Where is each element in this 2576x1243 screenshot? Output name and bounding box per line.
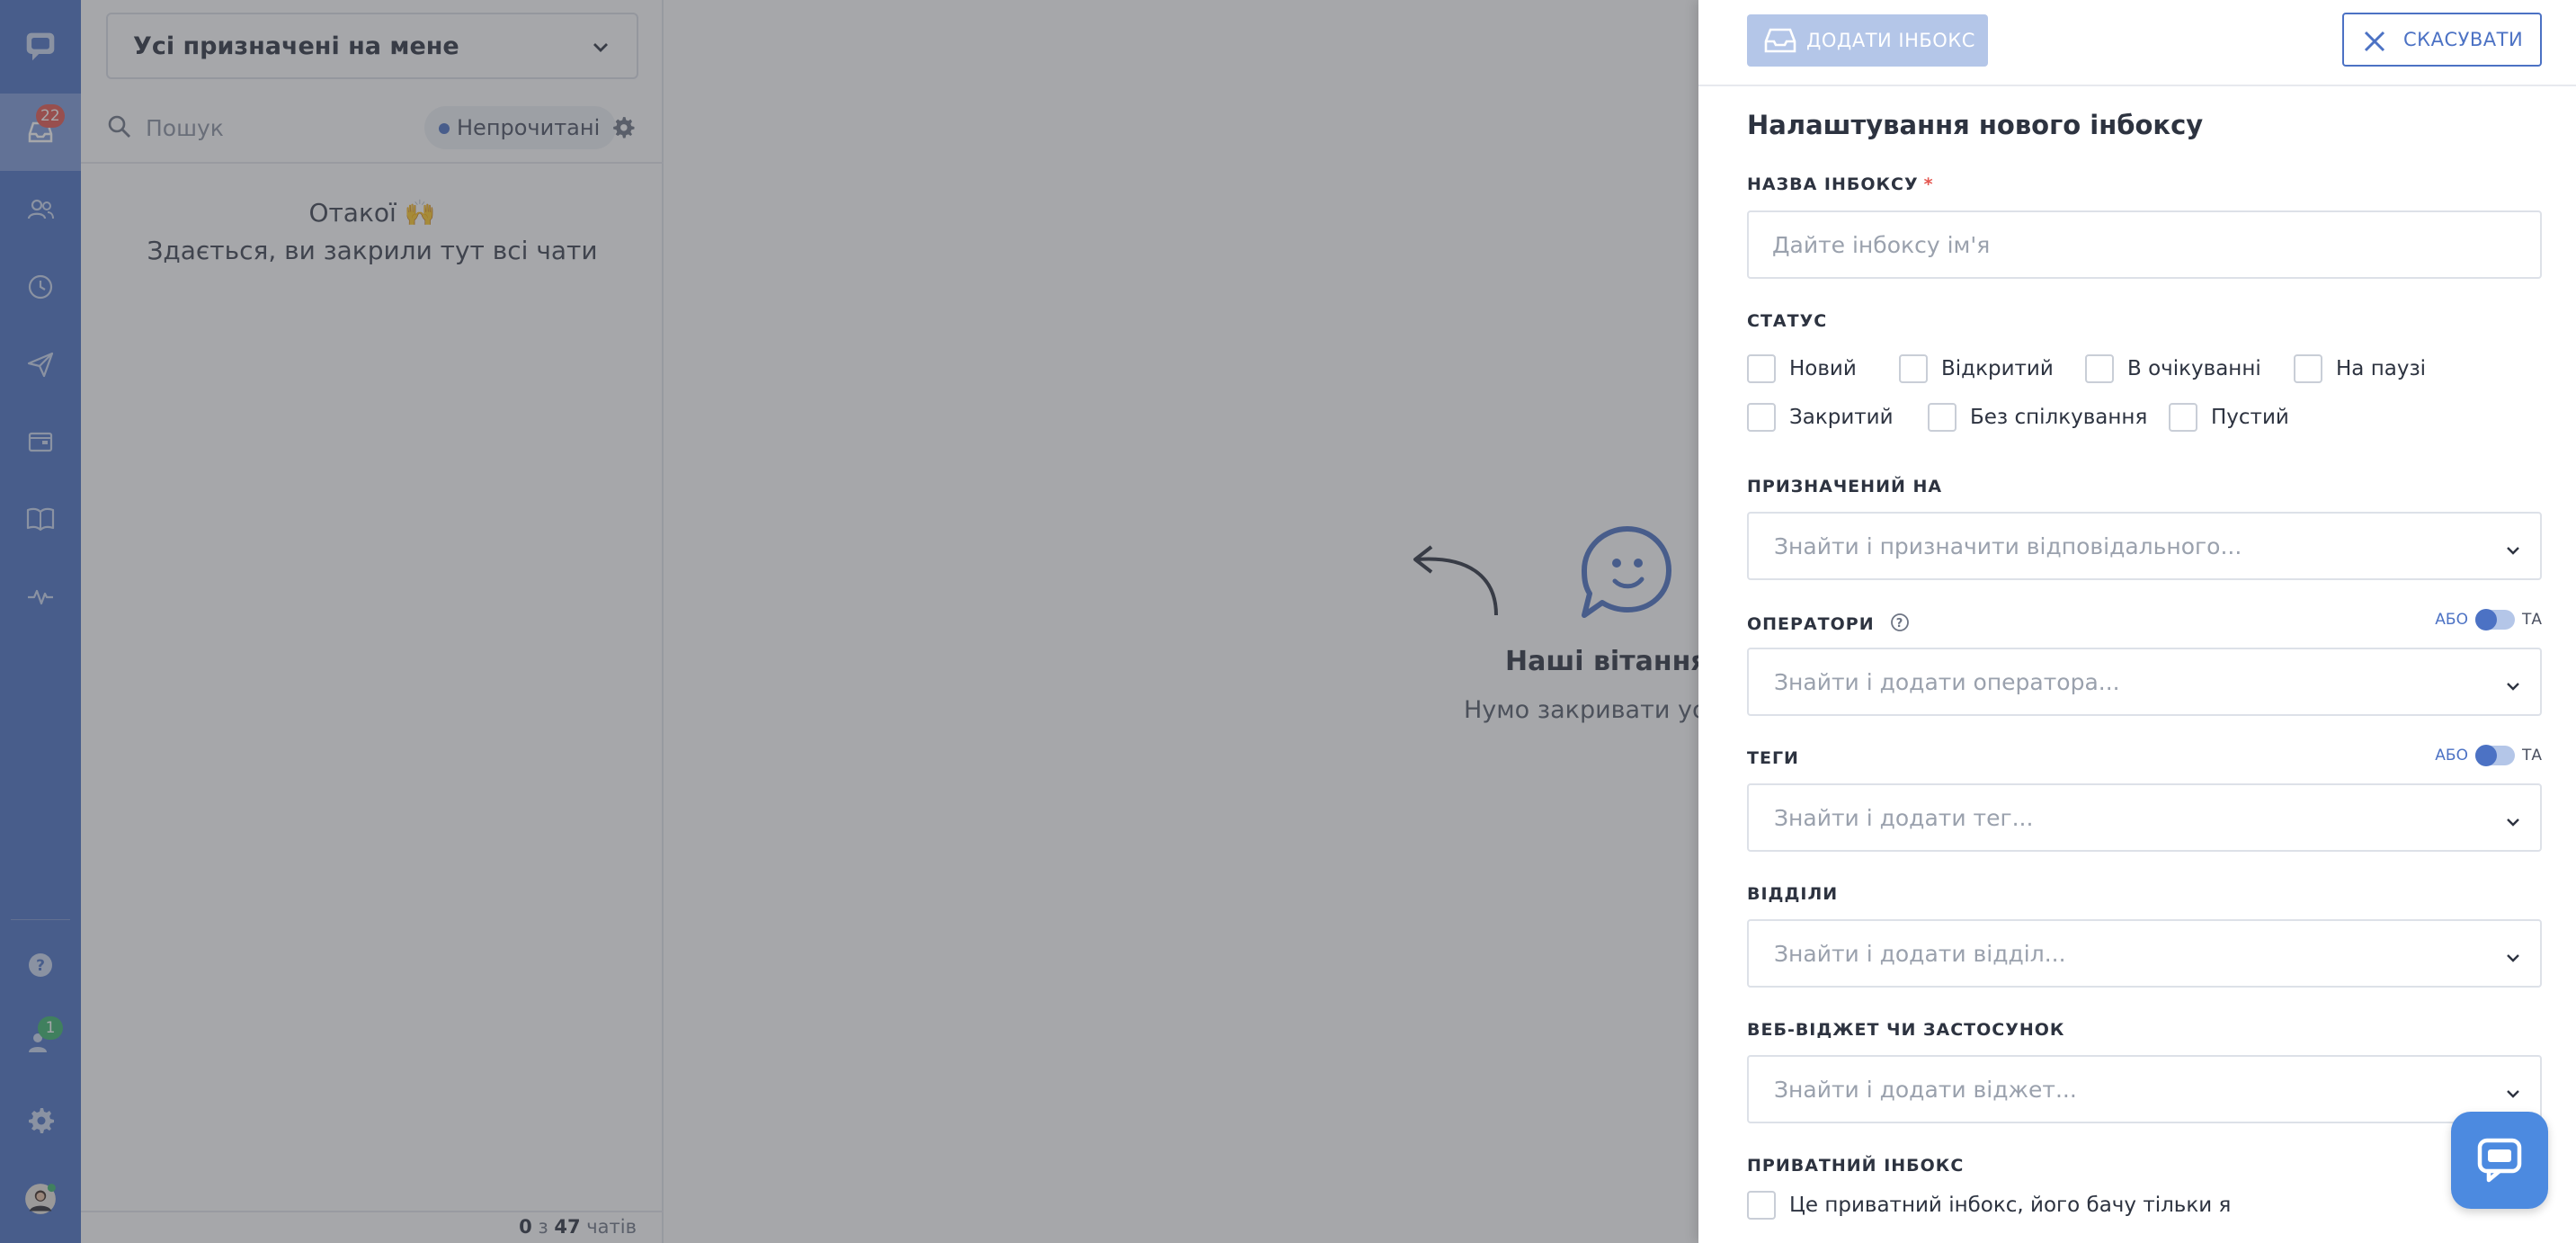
checkbox-box[interactable]	[2085, 354, 2114, 383]
assignee-label: ПРИЗНАЧЕНИЙ НА	[1747, 477, 1943, 496]
assignee-placeholder: Знайти і призначити відповідального...	[1774, 532, 2242, 559]
required-mark: *	[1923, 174, 1934, 194]
widget-label: ВЕБ-ВІДЖЕТ ЧИ ЗАСТОСУНОК	[1747, 1020, 2065, 1040]
chevron-down-icon	[2504, 675, 2522, 701]
toggle-knob	[2474, 745, 2497, 766]
new-inbox-drawer: ДОДАТИ ІНБОКС СКАСУВАТИ Налаштування нов…	[1698, 0, 2576, 1243]
toggle-switch[interactable]	[2474, 609, 2515, 630]
widget-placeholder: Знайти і додати віджет...	[1774, 1076, 2077, 1103]
chevron-down-icon	[2504, 810, 2522, 836]
drawer-title: Налаштування нового інбоксу	[1747, 110, 2204, 140]
drawer-header: ДОДАТИ ІНБОКС СКАСУВАТИ	[1698, 0, 2576, 86]
private-inbox-checkbox[interactable]: Це приватний інбокс, його бачу тільки я	[1747, 1191, 2231, 1220]
departments-label: ВІДДІЛИ	[1747, 884, 1839, 904]
toggle-or-label: АБО	[2435, 747, 2468, 765]
inbox-name-label-text: НАЗВА ІНБОКСУ	[1747, 174, 1919, 194]
private-inbox-label: ПРИВАТНИЙ ІНБОКС	[1747, 1156, 1965, 1176]
operators-placeholder: Знайти і додати оператора...	[1774, 668, 2120, 695]
status-checkbox-label: Без спілкування	[1970, 406, 2148, 429]
private-inbox-checkbox-label: Це приватний інбокс, його бачу тільки я	[1789, 1194, 2232, 1217]
chat-bubble-icon	[2477, 1138, 2522, 1183]
chevron-down-icon	[2504, 946, 2522, 972]
status-checkbox-label: Закритий	[1789, 406, 1894, 429]
add-inbox-button[interactable]: ДОДАТИ ІНБОКС	[1747, 14, 1988, 67]
departments-select[interactable]: Знайти і додати відділ...	[1747, 919, 2542, 988]
toggle-switch[interactable]	[2474, 745, 2515, 766]
checkbox-box[interactable]	[2169, 403, 2197, 432]
operators-label: ОПЕРАТОРИ ?	[1747, 613, 1910, 637]
status-checkbox-new[interactable]: Новий	[1747, 354, 1857, 383]
status-checkbox-label: В очікуванні	[2127, 357, 2261, 380]
svg-text:?: ?	[1896, 617, 1904, 630]
status-checkbox-no-contact[interactable]: Без спілкування	[1928, 403, 2147, 432]
support-chat-button[interactable]	[2451, 1112, 2548, 1209]
toggle-or-label: АБО	[2435, 611, 2468, 629]
tags-placeholder: Знайти і додати тег...	[1774, 804, 2034, 831]
status-label: СТАТУС	[1747, 311, 1828, 331]
status-checkbox-label: Пустий	[2211, 406, 2289, 429]
departments-placeholder: Знайти і додати відділ...	[1774, 940, 2066, 967]
checkbox-box[interactable]	[2294, 354, 2322, 383]
checkbox-box[interactable]	[1899, 354, 1928, 383]
inbox-name-label: НАЗВА ІНБОКСУ *	[1747, 174, 1934, 194]
operators-logic-toggle[interactable]: АБО ТА	[2435, 609, 2542, 630]
checkbox-box[interactable]	[1928, 403, 1957, 432]
status-checkbox-open[interactable]: Відкритий	[1899, 354, 2054, 383]
toggle-knob	[2474, 609, 2497, 630]
status-checkbox-closed[interactable]: Закритий	[1747, 403, 1894, 432]
operators-label-text: ОПЕРАТОРИ	[1747, 614, 1875, 634]
status-checkbox-paused[interactable]: На паузі	[2294, 354, 2426, 383]
checkbox-box[interactable]	[1747, 354, 1776, 383]
cancel-button[interactable]: СКАСУВАТИ	[2342, 13, 2542, 67]
toggle-and-label: ТА	[2521, 747, 2542, 765]
operators-select[interactable]: Знайти і додати оператора...	[1747, 648, 2542, 716]
tags-logic-toggle[interactable]: АБО ТА	[2435, 745, 2542, 766]
status-checkbox-label: На паузі	[2336, 357, 2427, 380]
inbox-name-input[interactable]: Дайте інбоксу ім'я	[1747, 210, 2542, 279]
chevron-down-icon	[2504, 539, 2522, 565]
status-checkbox-label: Новий	[1789, 357, 1857, 380]
tags-select[interactable]: Знайти і додати тег...	[1747, 783, 2542, 852]
tags-label: ТЕГИ	[1747, 748, 1799, 768]
status-checkbox-empty[interactable]: Пустий	[2169, 403, 2289, 432]
question-circle-icon[interactable]: ?	[1890, 613, 1910, 637]
add-inbox-label: ДОДАТИ ІНБОКС	[1806, 30, 1975, 51]
assignee-select[interactable]: Знайти і призначити відповідального...	[1747, 512, 2542, 580]
modal-backdrop[interactable]	[0, 0, 1698, 1243]
status-checkbox-label: Відкритий	[1941, 357, 2054, 380]
chevron-down-icon	[2504, 1082, 2522, 1108]
toggle-and-label: ТА	[2521, 611, 2542, 629]
widget-select[interactable]: Знайти і додати віджет...	[1747, 1055, 2542, 1123]
cancel-label: СКАСУВАТИ	[2403, 29, 2524, 50]
checkbox-box[interactable]	[1747, 1191, 1776, 1220]
status-checkbox-pending[interactable]: В очікуванні	[2085, 354, 2261, 383]
checkbox-box[interactable]	[1747, 403, 1776, 432]
